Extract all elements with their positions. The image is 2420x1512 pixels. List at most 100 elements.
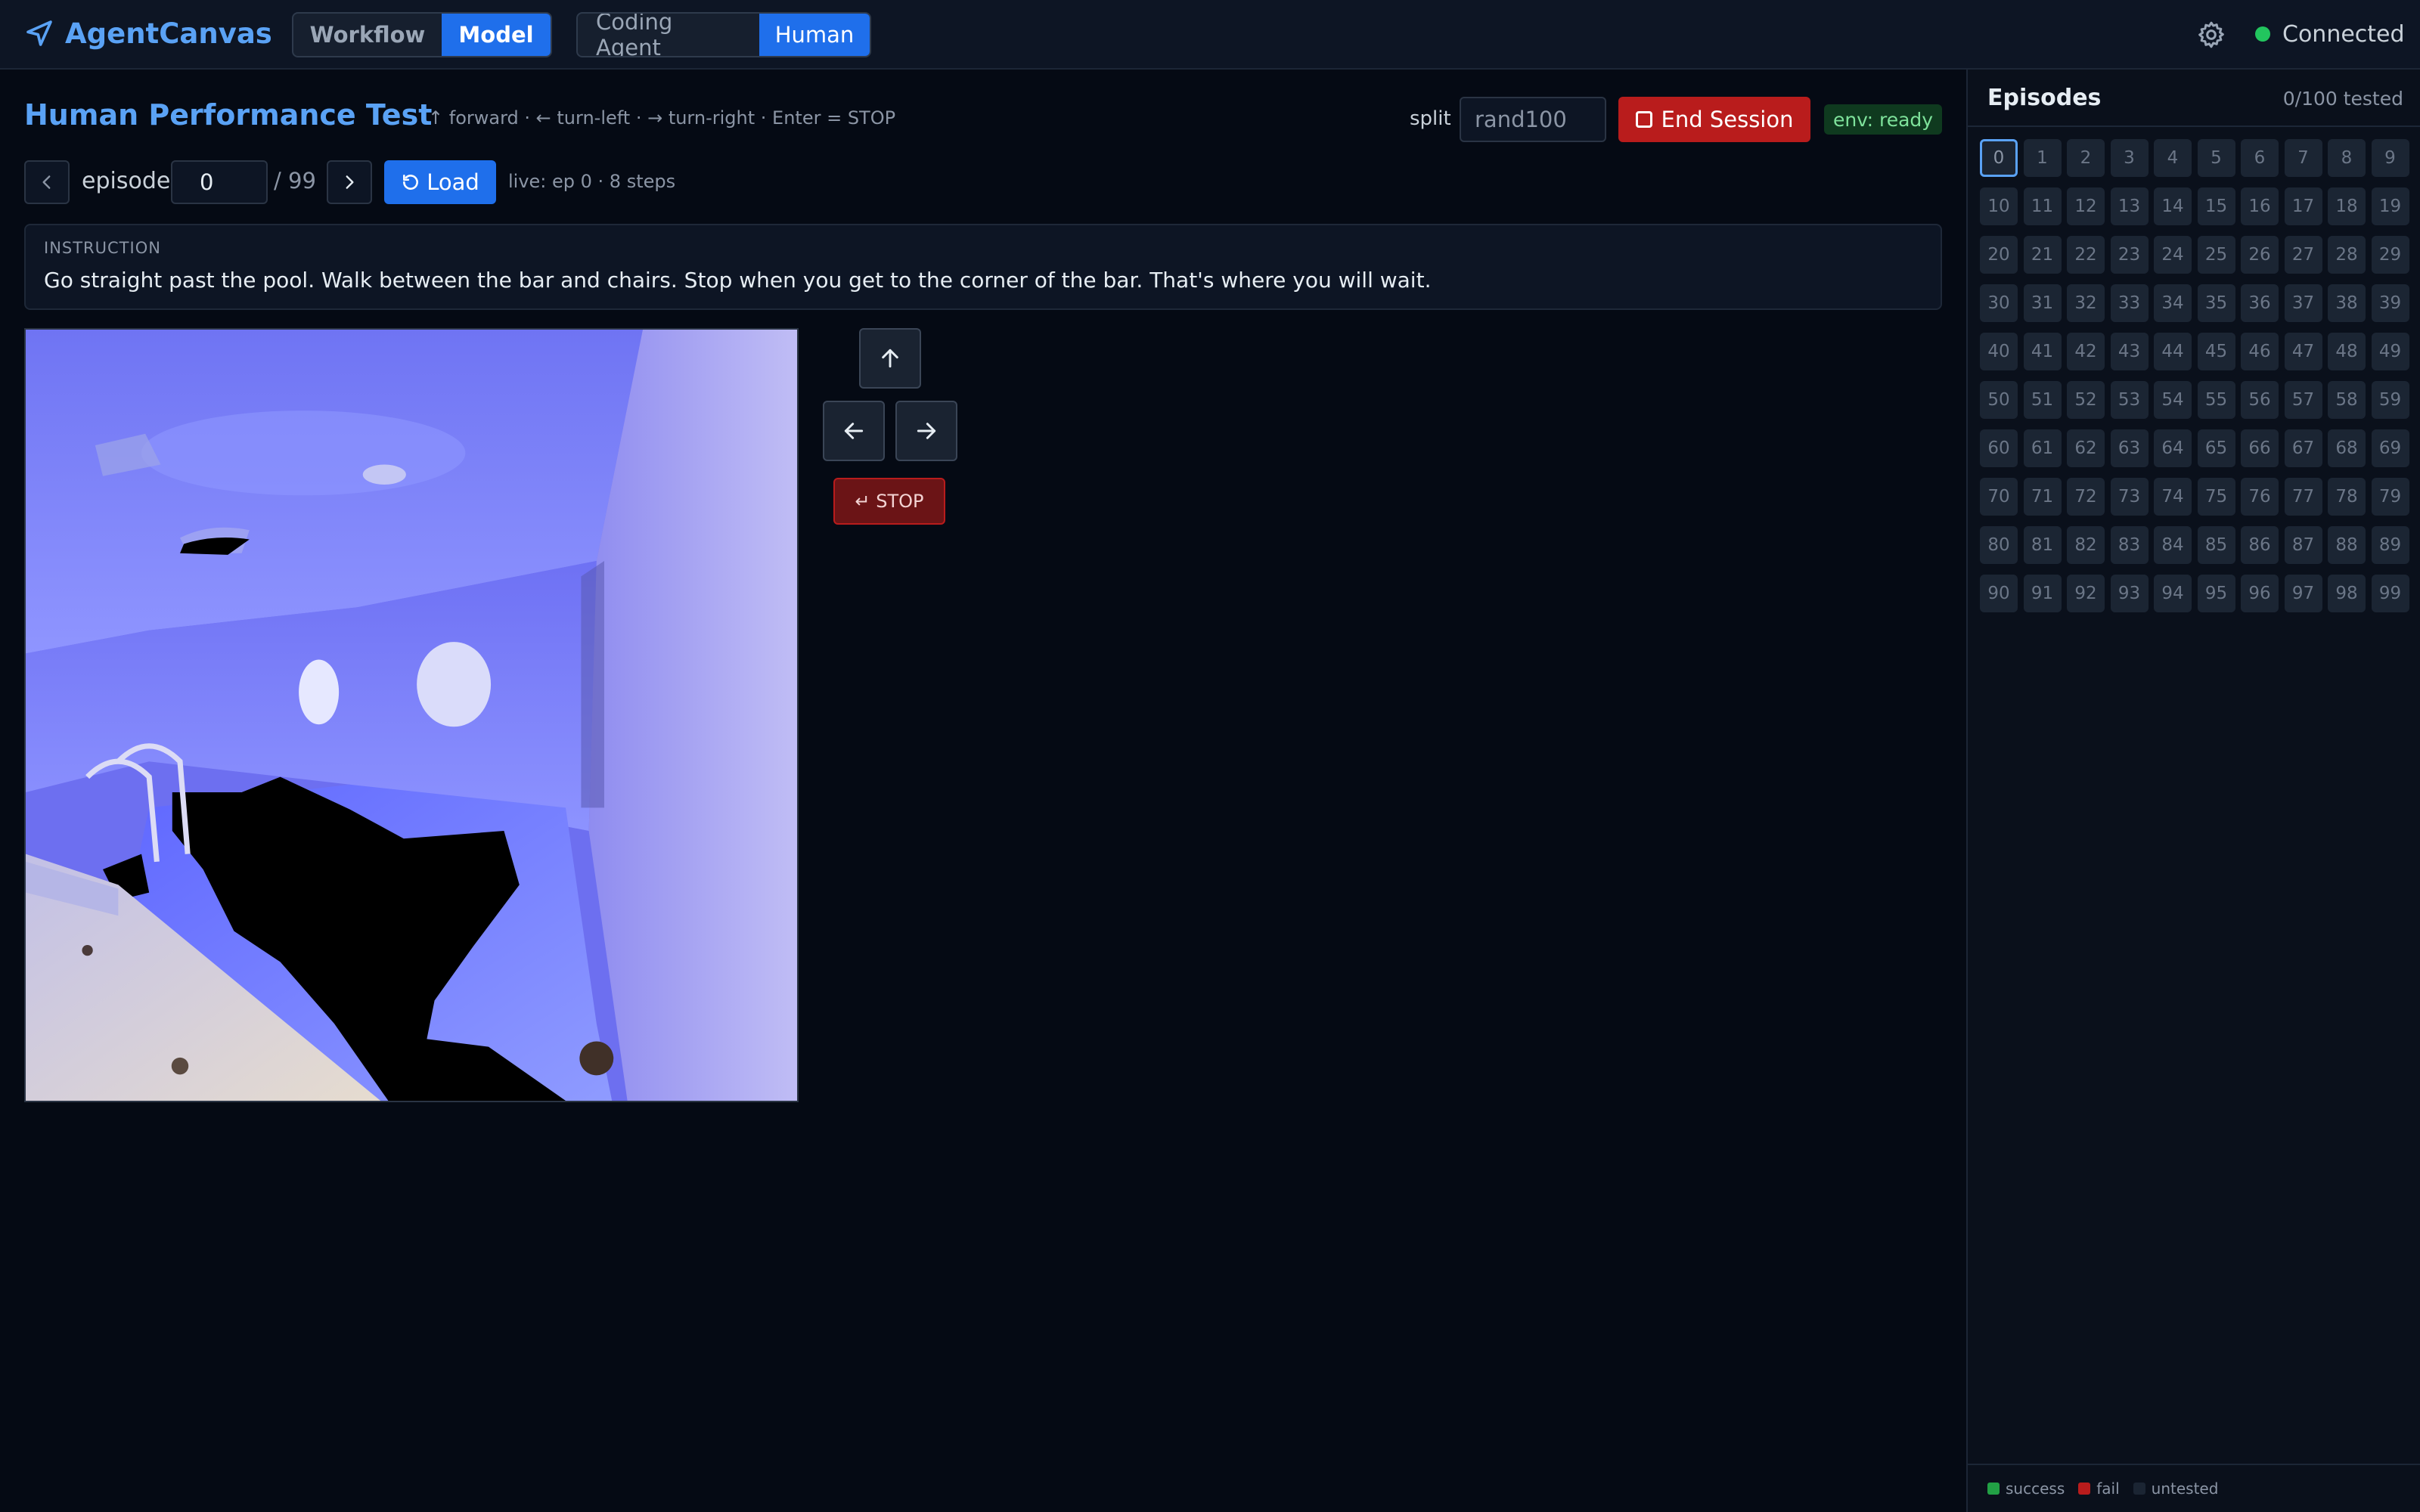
episode-cell[interactable]: 85 xyxy=(2197,526,2235,564)
episode-cell[interactable]: 19 xyxy=(2371,187,2409,225)
episode-cell[interactable]: 99 xyxy=(2371,575,2409,612)
episode-cell[interactable]: 8 xyxy=(2328,139,2366,177)
episode-cell[interactable]: 10 xyxy=(1980,187,2018,225)
episode-cell[interactable]: 23 xyxy=(2110,236,2149,274)
episode-cell[interactable]: 24 xyxy=(2154,236,2192,274)
episode-cell[interactable]: 26 xyxy=(2241,236,2279,274)
episode-cell[interactable]: 62 xyxy=(2067,429,2105,467)
episode-cell[interactable]: 49 xyxy=(2371,333,2409,370)
episode-cell[interactable]: 79 xyxy=(2371,478,2409,516)
episode-cell[interactable]: 32 xyxy=(2067,284,2105,322)
stop-button[interactable]: ↵ STOP xyxy=(833,478,945,525)
next-episode-button[interactable] xyxy=(327,160,372,204)
episode-cell[interactable]: 74 xyxy=(2154,478,2192,516)
episode-cell[interactable]: 58 xyxy=(2328,381,2366,419)
episode-cell[interactable]: 98 xyxy=(2328,575,2366,612)
episode-cell[interactable]: 59 xyxy=(2371,381,2409,419)
episode-cell[interactable]: 47 xyxy=(2284,333,2322,370)
episode-cell[interactable]: 27 xyxy=(2284,236,2322,274)
episode-cell[interactable]: 3 xyxy=(2110,139,2149,177)
episode-cell[interactable]: 57 xyxy=(2284,381,2322,419)
episode-cell[interactable]: 71 xyxy=(2023,478,2062,516)
episode-cell[interactable]: 31 xyxy=(2023,284,2062,322)
episode-cell[interactable]: 53 xyxy=(2110,381,2149,419)
episode-cell[interactable]: 45 xyxy=(2197,333,2235,370)
episode-cell[interactable]: 20 xyxy=(1980,236,2018,274)
tab-coding-agent[interactable]: Coding Agent xyxy=(578,14,759,56)
gear-icon[interactable] xyxy=(2196,20,2226,50)
episode-cell[interactable]: 18 xyxy=(2328,187,2366,225)
episode-cell[interactable]: 96 xyxy=(2241,575,2279,612)
episode-cell[interactable]: 13 xyxy=(2110,187,2149,225)
episode-input[interactable]: 0 xyxy=(171,160,268,204)
episode-cell[interactable]: 48 xyxy=(2328,333,2366,370)
episode-cell[interactable]: 67 xyxy=(2284,429,2322,467)
episode-cell[interactable]: 6 xyxy=(2241,139,2279,177)
episode-cell[interactable]: 7 xyxy=(2284,139,2322,177)
episode-cell[interactable]: 35 xyxy=(2197,284,2235,322)
brand[interactable]: AgentCanvas xyxy=(24,15,272,51)
episode-cell[interactable]: 0 xyxy=(1980,139,2018,177)
end-session-button[interactable]: End Session xyxy=(1618,97,1810,142)
prev-episode-button[interactable] xyxy=(24,160,70,204)
episode-cell[interactable]: 41 xyxy=(2023,333,2062,370)
episode-cell[interactable]: 25 xyxy=(2197,236,2235,274)
episode-cell[interactable]: 63 xyxy=(2110,429,2149,467)
episode-cell[interactable]: 14 xyxy=(2154,187,2192,225)
tab-model[interactable]: Model xyxy=(442,14,551,56)
episode-cell[interactable]: 92 xyxy=(2067,575,2105,612)
episode-cell[interactable]: 89 xyxy=(2371,526,2409,564)
episode-cell[interactable]: 60 xyxy=(1980,429,2018,467)
episode-cell[interactable]: 43 xyxy=(2110,333,2149,370)
episode-cell[interactable]: 72 xyxy=(2067,478,2105,516)
split-input[interactable]: rand100 xyxy=(1460,97,1606,142)
episode-cell[interactable]: 97 xyxy=(2284,575,2322,612)
episode-cell[interactable]: 12 xyxy=(2067,187,2105,225)
episode-cell[interactable]: 64 xyxy=(2154,429,2192,467)
episode-cell[interactable]: 93 xyxy=(2110,575,2149,612)
episode-cell[interactable]: 76 xyxy=(2241,478,2279,516)
turn-right-button[interactable] xyxy=(895,401,957,461)
episode-cell[interactable]: 52 xyxy=(2067,381,2105,419)
episode-cell[interactable]: 83 xyxy=(2110,526,2149,564)
episode-cell[interactable]: 38 xyxy=(2328,284,2366,322)
episode-cell[interactable]: 90 xyxy=(1980,575,2018,612)
episode-cell[interactable]: 61 xyxy=(2023,429,2062,467)
episode-cell[interactable]: 81 xyxy=(2023,526,2062,564)
episode-cell[interactable]: 11 xyxy=(2023,187,2062,225)
turn-left-button[interactable] xyxy=(823,401,885,461)
episode-cell[interactable]: 55 xyxy=(2197,381,2235,419)
episode-cell[interactable]: 94 xyxy=(2154,575,2192,612)
episode-cell[interactable]: 95 xyxy=(2197,575,2235,612)
episode-cell[interactable]: 33 xyxy=(2110,284,2149,322)
tab-human[interactable]: Human xyxy=(759,14,870,56)
episode-cell[interactable]: 65 xyxy=(2197,429,2235,467)
episode-cell[interactable]: 80 xyxy=(1980,526,2018,564)
episode-cell[interactable]: 37 xyxy=(2284,284,2322,322)
episode-cell[interactable]: 69 xyxy=(2371,429,2409,467)
episode-cell[interactable]: 84 xyxy=(2154,526,2192,564)
episode-cell[interactable]: 68 xyxy=(2328,429,2366,467)
episode-cell[interactable]: 36 xyxy=(2241,284,2279,322)
episode-cell[interactable]: 77 xyxy=(2284,478,2322,516)
episode-cell[interactable]: 22 xyxy=(2067,236,2105,274)
tab-workflow[interactable]: Workflow xyxy=(293,14,442,56)
episode-cell[interactable]: 4 xyxy=(2154,139,2192,177)
episode-cell[interactable]: 28 xyxy=(2328,236,2366,274)
episode-cell[interactable]: 1 xyxy=(2023,139,2062,177)
episode-cell[interactable]: 44 xyxy=(2154,333,2192,370)
episode-cell[interactable]: 2 xyxy=(2067,139,2105,177)
episode-cell[interactable]: 51 xyxy=(2023,381,2062,419)
episode-cell[interactable]: 40 xyxy=(1980,333,2018,370)
episode-cell[interactable]: 78 xyxy=(2328,478,2366,516)
episode-cell[interactable]: 75 xyxy=(2197,478,2235,516)
episode-cell[interactable]: 86 xyxy=(2241,526,2279,564)
episode-cell[interactable]: 87 xyxy=(2284,526,2322,564)
episode-cell[interactable]: 5 xyxy=(2197,139,2235,177)
episode-cell[interactable]: 46 xyxy=(2241,333,2279,370)
episode-cell[interactable]: 30 xyxy=(1980,284,2018,322)
episode-cell[interactable]: 54 xyxy=(2154,381,2192,419)
episode-cell[interactable]: 39 xyxy=(2371,284,2409,322)
episode-cell[interactable]: 34 xyxy=(2154,284,2192,322)
episode-cell[interactable]: 82 xyxy=(2067,526,2105,564)
